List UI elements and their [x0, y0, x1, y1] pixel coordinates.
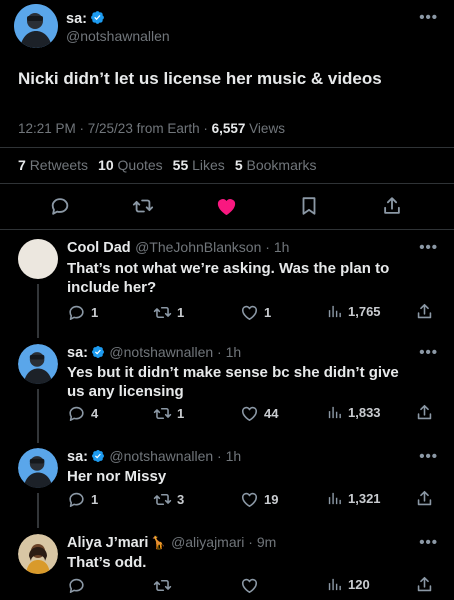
views-label: Views	[249, 121, 285, 136]
thread-line	[37, 493, 39, 528]
share-icon[interactable]	[415, 403, 434, 422]
more-icon[interactable]: •••	[419, 534, 438, 551]
reply-author-name[interactable]: Cool Dad	[67, 240, 131, 256]
reply-author-name[interactable]: Aliya J’mari	[67, 535, 148, 551]
retweet-icon[interactable]	[132, 195, 154, 217]
author-name[interactable]: sa:	[66, 11, 87, 27]
more-icon[interactable]: •••	[419, 448, 438, 465]
avatar[interactable]	[18, 448, 58, 488]
retweet-count[interactable]: 1	[153, 404, 184, 423]
views-count[interactable]: 1,833	[326, 404, 381, 421]
views-icon	[326, 303, 343, 320]
avatar[interactable]	[18, 344, 58, 384]
more-icon[interactable]: •••	[419, 9, 438, 26]
quotes-stat[interactable]: 10 Quotes	[98, 157, 163, 173]
giraffe-emoji: 🦒	[150, 535, 167, 550]
reply-icon	[67, 490, 86, 509]
views-icon	[326, 404, 343, 421]
likes-stat[interactable]: 55 Likes	[173, 157, 225, 173]
retweet-count[interactable]	[153, 576, 177, 595]
reply-count[interactable]	[67, 576, 91, 595]
reply-header: sa: @notshawnallen · 1h	[67, 344, 241, 362]
like-count[interactable]: 1	[240, 303, 271, 322]
reply-icon	[67, 303, 86, 322]
heart-icon[interactable]	[215, 195, 238, 218]
avatar[interactable]	[14, 4, 58, 48]
reply-text: Yes but it didn’t make sense bc she didn…	[67, 364, 399, 400]
bookmarks-stat[interactable]: 5 Bookmarks	[235, 157, 317, 173]
tweet-meta: 12:21 PM · 7/25/23 from Earth · 6,557 Vi…	[18, 121, 285, 136]
retweet-icon	[153, 576, 172, 595]
like-count[interactable]	[240, 576, 264, 595]
more-icon[interactable]: •••	[419, 344, 438, 361]
more-icon[interactable]: •••	[419, 239, 438, 256]
reply-icon	[67, 576, 86, 595]
reply-header: Aliya J’mari 🦒 @aliyajmari · 9m	[67, 534, 276, 552]
verified-badge-icon	[91, 449, 105, 463]
retweets-stat[interactable]: 7 Retweets	[18, 157, 88, 173]
heart-icon	[240, 490, 259, 509]
views-count[interactable]: 1,321	[326, 490, 381, 507]
reply-count[interactable]: 4	[67, 404, 98, 423]
bookmark-icon[interactable]	[298, 195, 320, 217]
reply-text: That’s odd.	[67, 554, 147, 571]
views-count: 6,557	[211, 121, 246, 136]
reply-count[interactable]: 1	[67, 303, 98, 322]
heart-icon	[240, 303, 259, 322]
share-icon[interactable]	[415, 302, 434, 321]
retweet-icon	[153, 490, 172, 509]
share-icon[interactable]	[381, 195, 403, 217]
share-icon[interactable]	[415, 575, 434, 594]
thread-line	[37, 389, 39, 443]
reply-author-handle[interactable]: @aliyajmari · 9m	[171, 534, 276, 550]
avatar[interactable]	[18, 534, 58, 574]
reply-text: Her nor Missy	[67, 468, 167, 485]
reply-author-handle[interactable]: @TheJohnBlankson · 1h	[135, 239, 289, 255]
author-name-row: sa:	[66, 10, 105, 28]
heart-icon	[240, 576, 259, 595]
reply-author-name[interactable]: sa:	[67, 449, 88, 465]
tweet-timestamp[interactable]: 12:21 PM · 7/25/23 from Earth ·	[18, 121, 208, 136]
retweet-count[interactable]: 3	[153, 490, 184, 509]
share-icon[interactable]	[415, 489, 434, 508]
tweet-text: Nicki didn’t let us license her music & …	[18, 69, 382, 88]
retweet-icon	[153, 303, 172, 322]
reply-icon	[67, 404, 86, 423]
views-icon	[326, 490, 343, 507]
like-count[interactable]: 44	[240, 404, 278, 423]
reply-author-handle[interactable]: @notshawnallen · 1h	[109, 344, 241, 360]
views-count[interactable]: 1,765	[326, 303, 381, 320]
retweet-count[interactable]: 1	[153, 303, 184, 322]
verified-badge-icon	[91, 345, 105, 359]
divider	[0, 229, 454, 230]
retweet-icon	[153, 404, 172, 423]
engagement-stats: 7 Retweets 10 Quotes 55 Likes 5 Bookmark…	[18, 157, 317, 173]
reply-icon[interactable]	[49, 195, 71, 217]
heart-icon	[240, 404, 259, 423]
reply-header: sa: @notshawnallen · 1h	[67, 448, 241, 466]
divider	[0, 183, 454, 184]
action-bar	[0, 195, 454, 219]
reply-header: Cool Dad @TheJohnBlankson · 1h	[67, 239, 289, 257]
reply-author-name[interactable]: sa:	[67, 345, 88, 361]
reply-text: That’s not what we’re asking. Was the pl…	[67, 260, 390, 296]
reply-count[interactable]: 1	[67, 490, 98, 509]
avatar[interactable]	[18, 239, 58, 279]
thread-line	[37, 284, 39, 338]
reply-author-handle[interactable]: @notshawnallen · 1h	[109, 448, 241, 464]
like-count[interactable]: 19	[240, 490, 278, 509]
verified-badge-icon	[90, 10, 105, 25]
views-count[interactable]: 120	[326, 576, 370, 593]
divider	[0, 147, 454, 148]
author-handle[interactable]: @notshawnallen	[66, 28, 170, 44]
views-icon	[326, 576, 343, 593]
